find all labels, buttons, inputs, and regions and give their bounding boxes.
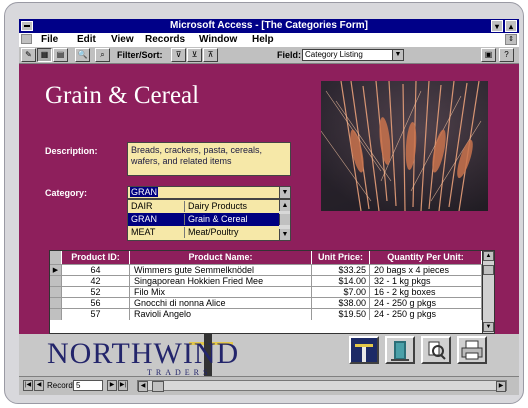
horizontal-scrollbar[interactable]: ◀ ▶	[137, 380, 507, 392]
menu-bar: File Edit View Records Window Help ⇕	[19, 33, 519, 46]
print-button[interactable]	[457, 336, 487, 364]
list-item[interactable]: DAIR Dairy Products	[128, 200, 279, 213]
category-combo[interactable]: GRAN ▼	[127, 186, 291, 199]
menu-file[interactable]: File	[41, 33, 58, 46]
minimize-button[interactable]: ▾	[491, 20, 503, 32]
maximize-button[interactable]: ▴	[505, 20, 517, 32]
door-icon	[391, 341, 409, 361]
scroll-thumb[interactable]	[483, 265, 494, 275]
database-window-icon[interactable]: ▣	[481, 48, 496, 62]
print-preview-button[interactable]	[421, 336, 451, 364]
description-label: Description:	[45, 146, 98, 156]
restore-icon[interactable]: ⇕	[505, 34, 517, 45]
chevron-down-icon[interactable]: ▼	[279, 187, 290, 198]
show-all-records-icon[interactable]: ⊼	[203, 48, 218, 62]
scroll-thumb[interactable]	[279, 214, 290, 225]
help-icon[interactable]: ?	[499, 48, 514, 62]
access-window: Microsoft Access - [The Categories Form]…	[19, 19, 519, 395]
table-row[interactable]: 42 Singaporean Hokkien Fried Mee $14.00 …	[50, 275, 482, 287]
title-bar: Microsoft Access - [The Categories Form]…	[19, 19, 519, 33]
list-scrollbar[interactable]: ▲ ▼	[279, 200, 290, 240]
table-row[interactable]: 52 Filo Mix $7.00 16 - 2 kg boxes	[50, 286, 482, 298]
table-header: Product ID: Product Name: Unit Price: Qu…	[50, 251, 482, 264]
menu-records[interactable]: Records	[145, 33, 185, 46]
footer-band: NORTHWIND TRADERS	[19, 334, 519, 377]
window-title: Microsoft Access - [The Categories Form]	[169, 20, 368, 31]
datasheet-view-icon[interactable]: ▤	[53, 48, 68, 62]
document-menu-icon[interactable]	[21, 34, 32, 44]
subform-scrollbar[interactable]: ▲ ▼	[482, 251, 494, 333]
scroll-left-icon[interactable]: ◀	[138, 381, 148, 392]
list-item[interactable]: MEAT Meat/Poultry	[128, 226, 279, 239]
menu-help[interactable]: Help	[252, 33, 274, 46]
table-row[interactable]: ▶ 64 Wimmers gute Semmelknödel $33.25 20…	[50, 264, 482, 276]
next-record-icon[interactable]: ▶	[107, 380, 117, 391]
scroll-down-icon[interactable]: ▼	[483, 322, 494, 332]
menu-view[interactable]: View	[111, 33, 134, 46]
column-unit-price[interactable]: Unit Price:	[312, 251, 370, 264]
lighthouse-nav-icon	[351, 338, 377, 362]
apply-filter-icon[interactable]: ⊻	[187, 48, 202, 62]
edit-filter-icon[interactable]: ⊽	[171, 48, 186, 62]
first-record-icon[interactable]: |◀	[23, 380, 33, 391]
field-combo[interactable]: Category Listing ▼	[302, 49, 404, 61]
scroll-up-icon[interactable]: ▲	[483, 251, 494, 261]
categories-form: Grain & Cereal Description: Breads, crac…	[19, 64, 519, 377]
category-dropdown-list: DAIR Dairy Products GRAN Grain & Cereal …	[127, 199, 291, 241]
print-preview-icon[interactable]: 🔍	[75, 48, 90, 62]
find-icon[interactable]: ⌕	[95, 48, 110, 62]
printer-icon	[461, 340, 483, 360]
list-item[interactable]: GRAN Grain & Cereal	[128, 213, 279, 226]
monitor-frame: Microsoft Access - [The Categories Form]…	[4, 2, 524, 404]
category-combo-value: GRAN	[130, 187, 159, 197]
previous-record-icon[interactable]: ◀	[34, 380, 44, 391]
record-number-input[interactable]: 5	[73, 380, 103, 391]
table-row[interactable]: 57 Ravioli Angelo $19.50 24 - 250 g pkgs	[50, 308, 482, 320]
form-view-icon[interactable]: ▦	[37, 48, 52, 62]
printer-preview-icon	[428, 341, 446, 360]
field-combo-value: Category Listing	[305, 50, 363, 59]
menu-window[interactable]: Window	[199, 33, 237, 46]
scroll-thumb[interactable]	[152, 381, 164, 392]
column-quantity-per-unit[interactable]: Quantity Per Unit:	[370, 251, 482, 264]
scroll-up-icon[interactable]: ▲	[279, 200, 290, 211]
page-title: Grain & Cereal	[45, 82, 200, 109]
description-field[interactable]: Breads, crackers, pasta, cereals, wafers…	[127, 142, 291, 176]
scroll-right-icon[interactable]: ▶	[496, 381, 506, 392]
table-row[interactable]: 56 Gnocchi di nonna Alice $38.00 24 - 25…	[50, 297, 482, 309]
scroll-down-icon[interactable]: ▼	[279, 229, 290, 240]
toolbar: ✎ ▦ ▤ 🔍 ⌕ Filter/Sort: ⊽ ⊻ ⊼ Field: Cate…	[19, 46, 519, 64]
column-product-name[interactable]: Product Name:	[130, 251, 312, 264]
field-label: Field:	[277, 50, 301, 60]
northwind-logo: NORTHWIND	[47, 337, 240, 370]
chevron-down-icon[interactable]: ▼	[392, 50, 403, 60]
record-label: Record:	[47, 381, 76, 390]
lighthouse-button[interactable]	[349, 336, 379, 364]
category-label: Category:	[45, 188, 88, 198]
column-product-id[interactable]: Product ID:	[62, 251, 130, 264]
last-record-icon[interactable]: ▶|	[118, 380, 128, 391]
menu-edit[interactable]: Edit	[77, 33, 96, 46]
system-menu-icon[interactable]	[21, 21, 33, 31]
door-exit-button[interactable]	[385, 336, 415, 364]
category-photo	[321, 81, 488, 211]
products-subform: Product ID: Product Name: Unit Price: Qu…	[49, 250, 495, 334]
record-navigator: |◀ ◀ Record: 5 ▶ ▶| ◀ ▶	[19, 376, 519, 395]
filter-sort-label: Filter/Sort:	[117, 50, 163, 60]
design-view-icon[interactable]: ✎	[21, 48, 36, 62]
